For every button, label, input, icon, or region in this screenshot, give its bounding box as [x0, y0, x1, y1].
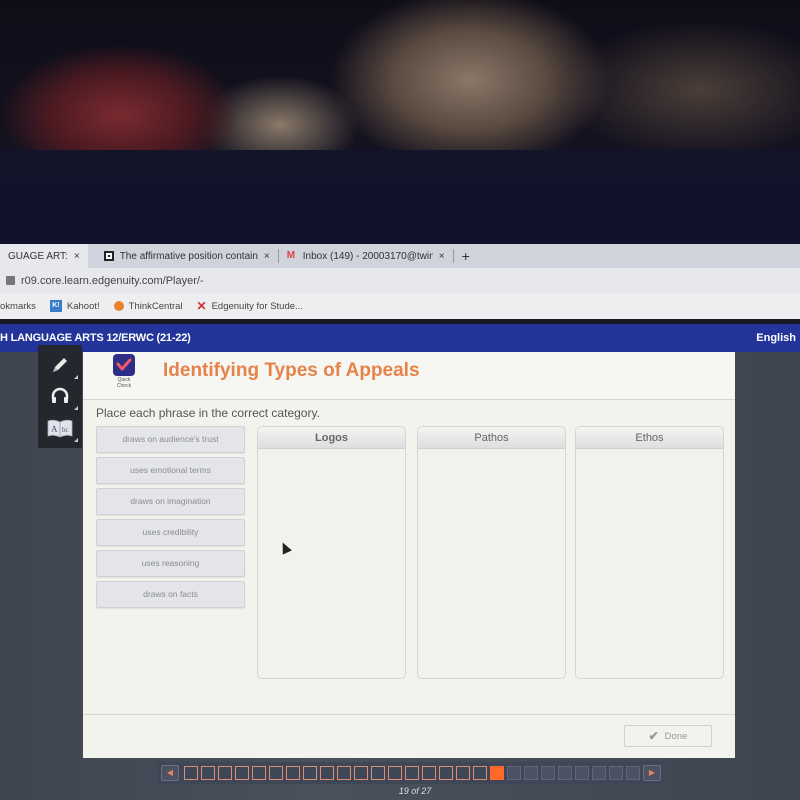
draggable-phrase[interactable]: uses emotional terms	[96, 457, 245, 484]
progress-square[interactable]	[439, 766, 453, 780]
progress-square[interactable]	[303, 766, 317, 780]
bookmark-label: Edgenuity for Stude...	[211, 300, 303, 312]
tab-label: Inbox (149) - 20003170@twinriv	[302, 250, 433, 262]
pencil-icon	[53, 357, 67, 372]
draggable-phrase[interactable]: uses credibility	[96, 519, 245, 546]
bookmark-edgenuity[interactable]: ✕ Edgenuity for Stude...	[197, 299, 303, 313]
progress-square[interactable]	[337, 766, 351, 780]
language-button[interactable]: English	[756, 332, 796, 344]
category-bin-pathos[interactable]: Pathos	[417, 426, 566, 679]
close-icon[interactable]: ×	[264, 251, 270, 262]
category-header: Ethos	[576, 427, 723, 449]
progress-square[interactable]	[252, 766, 266, 780]
tab-edgenuity[interactable]: GUAGE ART: ×	[0, 244, 88, 268]
progress-square[interactable]	[371, 766, 385, 780]
course-title: H LANGUAGE ARTS 12/ERWC (21-22)	[0, 332, 191, 344]
edgenuity-icon: ✕	[196, 299, 207, 313]
new-tab-button[interactable]: +	[454, 248, 478, 264]
headphones-icon	[51, 388, 69, 404]
progress-square[interactable]	[286, 766, 300, 780]
document-icon	[103, 251, 114, 261]
progress-square	[609, 766, 623, 780]
badge-line: Check	[116, 383, 132, 389]
progress-square	[592, 766, 606, 780]
progress-square[interactable]	[201, 766, 215, 780]
progress-square[interactable]	[354, 766, 368, 780]
course-header: H LANGUAGE ARTS 12/ERWC (21-22) English	[0, 324, 800, 352]
thinkcentral-icon	[113, 301, 124, 311]
draggable-phrase[interactable]: draws on audience's trust	[96, 426, 245, 453]
dictionary-tool[interactable]: A bc	[44, 414, 78, 443]
progress-square	[524, 766, 538, 780]
check-icon: ✔	[648, 729, 659, 743]
draggable-phrase[interactable]: draws on facts	[96, 581, 245, 608]
bookmark-label: Kahoot!	[66, 300, 100, 312]
pencil-tool[interactable]	[44, 351, 78, 379]
close-icon[interactable]: ×	[439, 251, 445, 262]
bookmark-thinkcentral[interactable]: ThinkCentral	[113, 300, 183, 312]
progress-square	[558, 766, 572, 780]
next-button[interactable]: ▶	[643, 765, 661, 781]
kahoot-icon: K!	[49, 300, 62, 312]
activity-footer: ✔ Done	[83, 714, 735, 758]
dictionary-icon: A bc	[47, 419, 73, 438]
progress-square	[541, 766, 555, 780]
instruction-text: Place each phrase in the correct categor…	[96, 406, 320, 420]
progress-square[interactable]	[473, 766, 487, 780]
progress-square[interactable]	[320, 766, 334, 780]
progress-square[interactable]	[184, 766, 198, 780]
tab-document[interactable]: The affirmative position contain ×	[96, 244, 278, 268]
draggable-phrase[interactable]: uses reasoning	[96, 550, 245, 577]
progress-square	[575, 766, 589, 780]
activity-card: Quick Check Identifying Types of Appeals…	[83, 352, 735, 758]
progress-square[interactable]	[235, 766, 249, 780]
svg-text:A: A	[51, 424, 58, 434]
tab-label: GUAGE ART:	[8, 250, 68, 262]
progress-square-current[interactable]	[490, 766, 504, 780]
bookmarks-bar: okmarks K! Kahoot! ThinkCentral ✕ Edgenu…	[0, 293, 800, 319]
quick-check-label: Quick Check	[109, 377, 139, 389]
progress-square	[626, 766, 640, 780]
category-bin-ethos[interactable]: Ethos	[575, 426, 724, 679]
page-title: Identifying Types of Appeals	[163, 360, 420, 381]
tool-rail: A bc	[38, 345, 82, 448]
activity-header: Quick Check Identifying Types of Appeals	[83, 352, 735, 400]
progress-square[interactable]	[269, 766, 283, 780]
close-icon[interactable]: ×	[74, 251, 80, 262]
audio-tool[interactable]	[44, 382, 78, 411]
quick-check-badge	[113, 354, 135, 376]
tab-label: The affirmative position contain	[119, 250, 258, 262]
gmail-icon: M	[286, 250, 296, 261]
monitor-bezel	[0, 150, 800, 245]
bookmark-label: ThinkCentral	[128, 300, 183, 312]
progress-squares	[184, 766, 640, 780]
progress-square[interactable]	[218, 766, 232, 780]
category-header: Pathos	[418, 427, 565, 449]
progress-square[interactable]	[456, 766, 470, 780]
progress-square	[507, 766, 521, 780]
progress-square[interactable]	[422, 766, 436, 780]
progress-square[interactable]	[405, 766, 419, 780]
browser-tab-bar: GUAGE ART: × The affirmative position co…	[0, 244, 800, 268]
draggable-phrase[interactable]: draws on imagination	[96, 488, 245, 515]
svg-text:bc: bc	[62, 426, 69, 434]
page-counter: 19 of 27	[398, 786, 432, 796]
category-header: Logos	[258, 427, 405, 449]
tab-gmail[interactable]: M Inbox (149) - 20003170@twinriv ×	[279, 244, 453, 268]
address-bar[interactable]: r09.core.learn.edgenuity.com/Player/-	[0, 268, 800, 293]
done-label: Done	[664, 730, 688, 742]
previous-button[interactable]: ◀	[161, 765, 179, 781]
category-bin-logos[interactable]: Logos	[257, 426, 406, 679]
url-text: r09.core.learn.edgenuity.com/Player/-	[21, 274, 204, 287]
site-info-icon[interactable]	[6, 276, 15, 285]
checkmark-icon	[116, 358, 132, 371]
bookmarks-label: okmarks	[0, 300, 36, 312]
done-button[interactable]: ✔ Done	[624, 725, 712, 747]
progress-nav: ◀ ▶	[157, 762, 665, 784]
bookmark-kahoot[interactable]: K! Kahoot!	[49, 300, 100, 312]
progress-square[interactable]	[388, 766, 402, 780]
